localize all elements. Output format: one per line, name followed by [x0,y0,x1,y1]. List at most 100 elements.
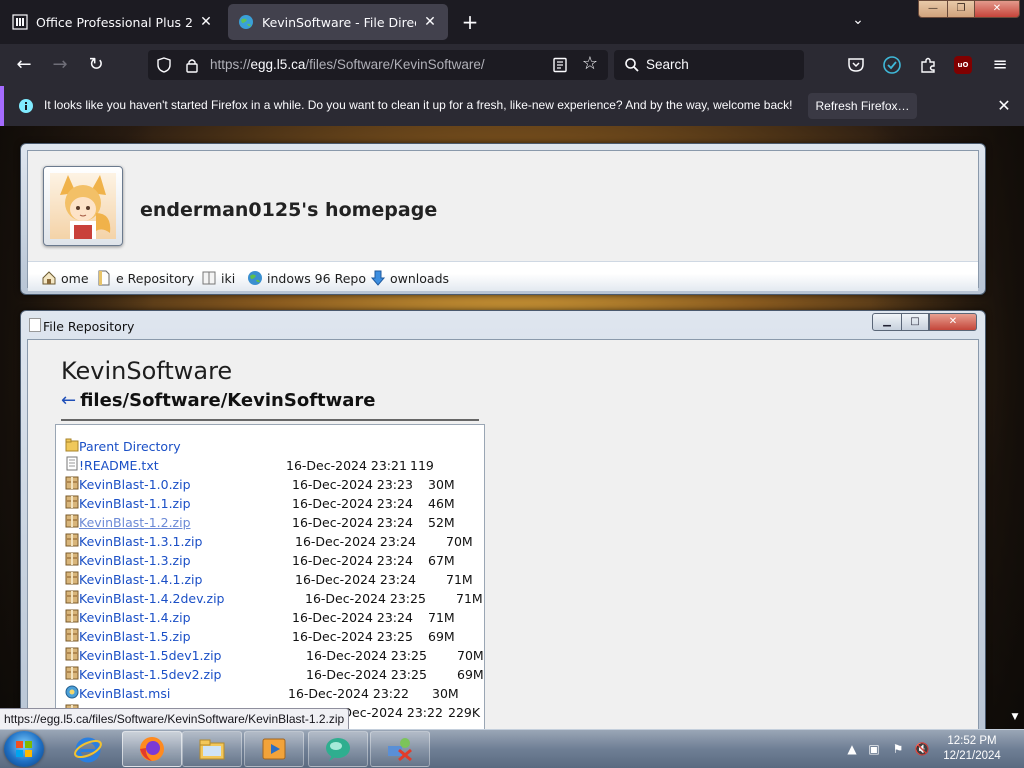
taskbar-file-explorer[interactable] [182,731,242,767]
site-nav-bar: ome e Repository iki indows 96 Repo ownl… [28,261,978,291]
close-notification-icon[interactable]: ✕ [994,96,1014,116]
file-link[interactable]: KevinBlast-1.4.1.zip [79,572,202,587]
file-date: 16-Dec-2024 23:21 [286,458,407,473]
globe-icon [248,271,262,285]
file-date: 16-Dec-2024 23:25 [305,591,426,606]
show-hidden-icons-chevron-icon[interactable]: ▲ [844,741,860,757]
action-center-flag-icon[interactable]: ⚑ [890,741,906,757]
file-date: 16-Dec-2024 23:23 [292,477,413,492]
installer-icon [65,684,79,699]
file-link[interactable]: KevinBlast-1.5dev1.zip [79,648,222,663]
file-link[interactable]: KevinBlast.msi [79,686,170,701]
text-file-icon [65,456,79,471]
pocket-icon[interactable] [847,56,865,74]
reload-icon[interactable]: ↻ [84,53,108,77]
nav-downloads[interactable]: ownloads [370,270,449,286]
nav-windows-96-repo[interactable]: indows 96 Repo [248,271,366,286]
file-date: 16-Dec-2024 23:24 [295,572,416,587]
ublock-icon[interactable]: uO [954,56,972,74]
clock[interactable]: 12:52 PM 12/21/2024 [940,734,1004,764]
archive-icon [65,513,79,528]
volume-muted-icon[interactable]: 🔇 [914,741,930,757]
start-button[interactable] [4,731,44,767]
nav-file-repository[interactable]: e Repository [98,270,194,286]
file-link[interactable]: KevinBlast-1.1.zip [79,496,191,511]
file-explorer-icon [199,739,225,760]
close-tab-icon[interactable]: ✕ [422,14,438,30]
extension-check-icon[interactable] [882,55,902,75]
file-link[interactable]: KevinBlast-1.4.zip [79,610,191,625]
file-link[interactable]: KevinBlast-1.0.zip [79,477,191,492]
bookmark-star-icon[interactable]: ☆ [580,54,600,74]
new-tab-button[interactable]: + [458,10,482,34]
url-bar[interactable]: https://egg.l5.ca/files/Software/KevinSo… [148,50,608,80]
reader-view-icon[interactable] [552,57,568,73]
nav-label: iki [221,271,236,286]
shield-icon[interactable] [156,57,172,73]
avatar-image [50,173,116,239]
file-row: !README.txt 16-Dec-2024 23:21 119 [56,456,484,475]
notification-message: It looks like you haven't started Firefo… [44,98,793,112]
download-arrow-icon [370,270,386,286]
search-bar[interactable]: Search [614,50,804,80]
menu-hamburger-icon[interactable]: ≡ [988,53,1012,77]
file-size: 69M [428,629,455,644]
file-row: KevinBlast-1.5.zip 16-Dec-2024 23:25 69M [56,627,484,646]
file-row: KevinBlast-1.4.1.zip 16-Dec-2024 23:24 71M [56,570,484,589]
forward-arrow-icon[interactable]: → [48,53,72,77]
file-date: 16-Dec-2024 23:24 [292,553,413,568]
taskbar-chat-app[interactable] [308,731,368,767]
file-size: 52M [428,515,455,530]
tab-title: Office Professional Plus 2010 w [36,14,192,30]
scroll-down-arrow-icon[interactable]: ▼ [1009,712,1021,726]
close-tab-icon[interactable]: ✕ [198,14,214,30]
chat-app-icon [326,738,350,761]
minimize-button[interactable]: ▁ [872,313,902,331]
directory-heading: KevinSoftware [61,357,233,385]
navigation-toolbar: ← → ↻ https://egg.l5.ca/files/Software/K… [0,44,1024,86]
archive-icon [65,494,79,509]
search-input[interactable]: Search [646,57,689,72]
taskbar-media-player[interactable] [244,731,304,767]
taskbar-network-tool[interactable] [370,731,430,767]
web-page: enderman0125's homepage ome e Repository… [0,126,1024,729]
maximize-button[interactable]: □ [901,313,929,331]
maximize-window-button[interactable]: ❐ [947,0,975,18]
clock-time: 12:52 PM [947,735,997,747]
back-arrow-icon[interactable]: ← [12,53,36,77]
url-text[interactable]: https://egg.l5.ca/files/Software/KevinSo… [210,57,485,72]
file-link[interactable]: KevinBlast-1.2.zip [79,515,191,530]
refresh-firefox-button[interactable]: Refresh Firefox… [808,93,917,119]
network-tray-icon[interactable]: ▣ [866,741,882,757]
taskbar-internet-explorer[interactable] [58,731,118,767]
file-size: 119 [410,458,434,473]
file-link[interactable]: KevinBlast-1.3.zip [79,553,191,568]
file-link[interactable]: KevinBlast-1.5dev2.zip [79,667,222,682]
window-titlebar[interactable]: File Repository ▁ □ ✕ [21,311,985,339]
tab-office[interactable]: Office Professional Plus 2010 w ✕ [2,4,224,40]
lock-icon[interactable] [184,57,200,73]
close-window-button[interactable]: ✕ [974,0,1020,18]
close-button[interactable]: ✕ [929,313,977,331]
list-tabs-chevron-icon[interactable]: ⌄ [848,12,868,32]
extensions-puzzle-icon[interactable] [919,56,937,74]
nav-wiki[interactable]: iki [202,271,236,286]
search-icon [625,58,639,72]
file-date: 16-Dec-2024 23:24 [292,515,413,530]
back-link-arrow[interactable]: ← [61,390,76,411]
tab-kevinsoftware[interactable]: KevinSoftware - File Directory ✕ [228,4,448,40]
office-page-icon [12,14,28,30]
window-title: File Repository [43,319,135,334]
directory-path: ← files/Software/KevinSoftware [61,390,376,411]
nav-label: ome [61,271,89,286]
nav-home[interactable]: ome [42,271,89,286]
taskbar-firefox[interactable] [122,731,182,767]
file-date: 16-Dec-2024 23:22 [288,686,409,701]
file-link[interactable]: !README.txt [79,458,159,473]
file-link[interactable]: KevinBlast-1.3.1.zip [79,534,202,549]
parent-directory-link[interactable]: Parent Directory [79,439,181,454]
tab-bar: Office Professional Plus 2010 w ✕ KevinS… [0,0,1024,44]
file-link[interactable]: KevinBlast-1.4.2dev.zip [79,591,225,606]
file-link[interactable]: KevinBlast-1.5.zip [79,629,191,644]
minimize-window-button[interactable]: — [918,0,948,18]
